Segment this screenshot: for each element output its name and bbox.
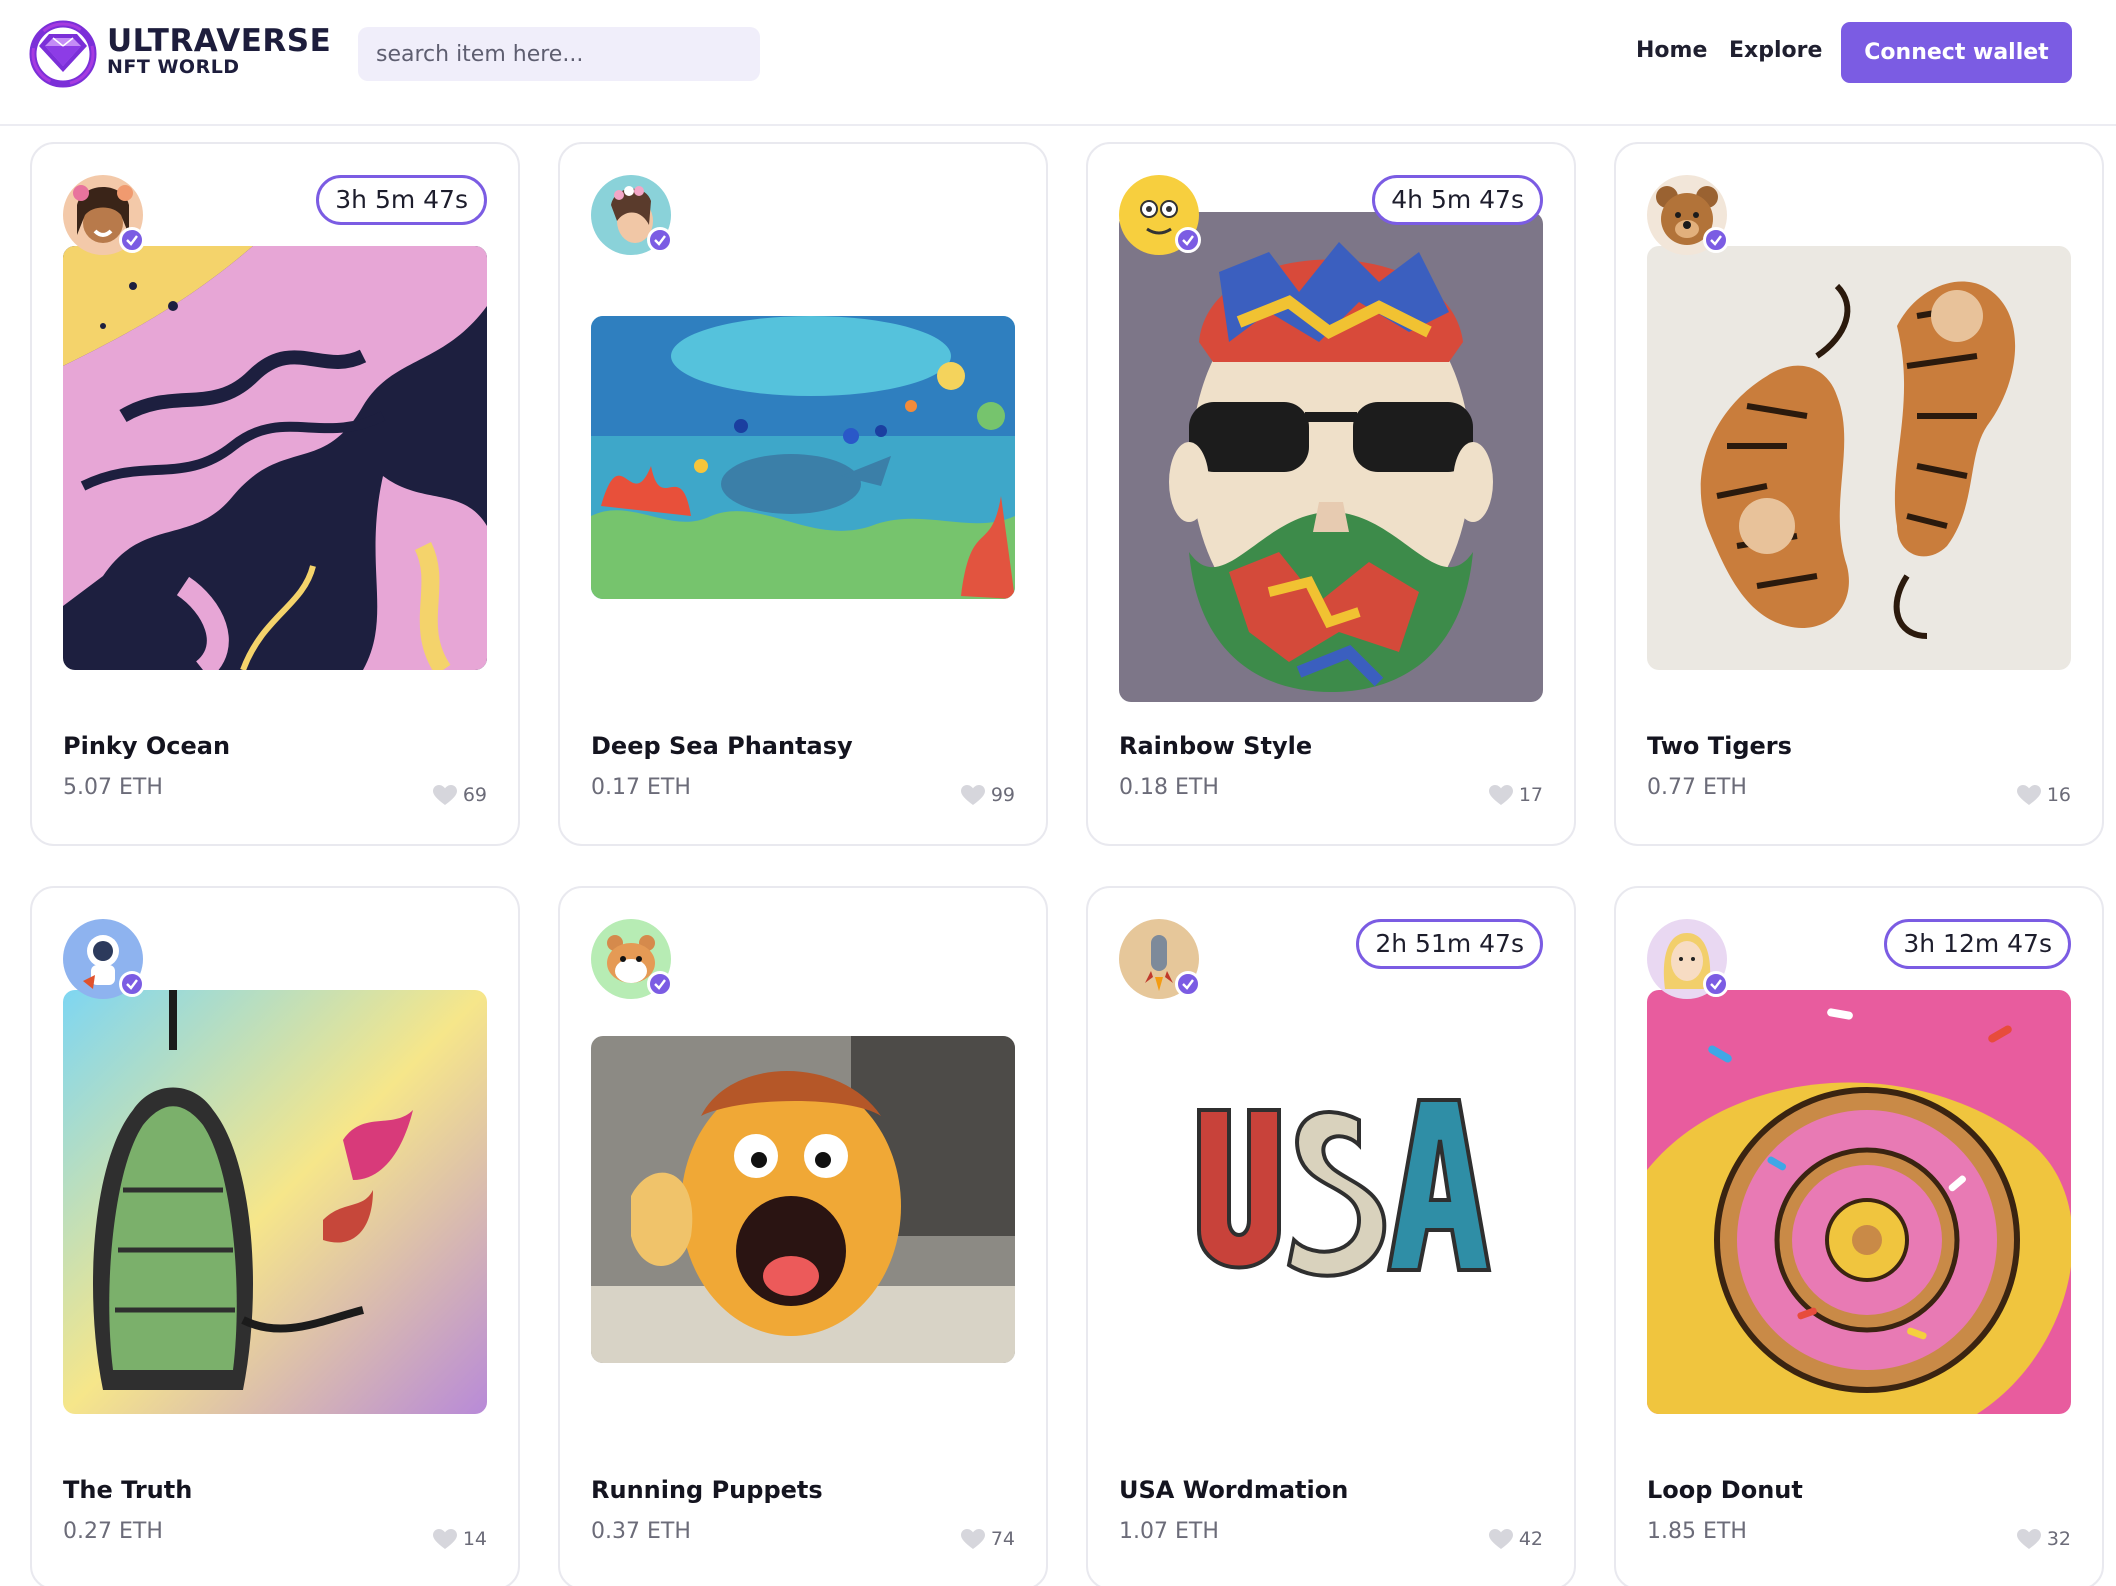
search-input[interactable] [358,27,760,81]
creator-avatar[interactable] [1647,919,1729,999]
diamond-logo-icon [29,20,97,88]
verified-badge-icon [1703,971,1729,997]
nft-title[interactable]: Two Tigers [1647,732,1792,760]
like-button[interactable]: 69 [432,784,487,806]
auction-timer: 4h 5m 47s [1372,175,1543,225]
heart-icon [432,1528,457,1549]
heart-icon [432,784,457,805]
nft-card[interactable]: Two Tigers 0.77 ETH 16 [1614,142,2104,846]
nft-card[interactable]: 4h 5m 47s Rainbow Style 0.18 ETH 17 [1086,142,1576,846]
nft-card[interactable]: 3h 5m 47s Pinky Ocean 5.07 ETH 69 [30,142,520,846]
like-count: 99 [990,784,1015,806]
like-count: 69 [462,784,487,806]
like-button[interactable]: 32 [2016,1528,2071,1550]
creator-avatar[interactable] [1647,175,1729,255]
like-count: 16 [2046,784,2071,806]
nft-artwork-image[interactable] [1647,990,2071,1414]
top-navbar: ULTRAVERSE NFT WORLD Home Explore Connec… [0,0,2116,126]
heart-icon [1488,1528,1513,1549]
nft-price: 0.37 ETH [591,1519,691,1544]
verified-badge-icon [647,971,673,997]
verified-badge-icon [647,227,673,253]
creator-avatar[interactable] [63,175,145,255]
like-count: 17 [1518,784,1543,806]
nft-title[interactable]: The Truth [63,1476,192,1504]
auction-timer: 2h 51m 47s [1356,919,1543,969]
nav-home-link[interactable]: Home [1636,36,1707,66]
nft-price: 0.77 ETH [1647,775,1747,800]
auction-timer: 3h 12m 47s [1884,919,2071,969]
brand-logo[interactable]: ULTRAVERSE NFT WORLD [29,20,332,88]
nft-title[interactable]: Pinky Ocean [63,732,230,760]
auction-timer: 3h 5m 47s [316,175,487,225]
creator-avatar[interactable] [63,919,145,999]
nft-title[interactable]: Deep Sea Phantasy [591,732,853,760]
creator-avatar[interactable] [1119,175,1201,255]
like-button[interactable]: 42 [1488,1528,1543,1550]
nft-card[interactable]: 2h 51m 47s USA Wordmation 1.07 ETH 42 [1086,886,1576,1586]
like-count: 42 [1518,1528,1543,1550]
nft-artwork-image[interactable] [1119,990,1543,1414]
nft-title[interactable]: USA Wordmation [1119,1476,1348,1504]
nft-price: 0.17 ETH [591,775,691,800]
nft-price: 5.07 ETH [63,775,163,800]
creator-avatar[interactable] [1119,919,1201,999]
like-button[interactable]: 74 [960,1528,1015,1550]
verified-badge-icon [1175,971,1201,997]
like-button[interactable]: 14 [432,1528,487,1550]
nft-artwork-image[interactable] [1119,212,1543,702]
verified-badge-icon [119,227,145,253]
verified-badge-icon [1175,227,1201,253]
brand-name: ULTRAVERSE [107,23,332,59]
verified-badge-icon [1703,227,1729,253]
nft-title[interactable]: Rainbow Style [1119,732,1312,760]
nft-artwork-image[interactable] [63,246,487,670]
nft-artwork-image[interactable] [1647,246,2071,670]
nft-price: 0.18 ETH [1119,775,1219,800]
nft-card[interactable]: 3h 12m 47s Loop Donut 1.85 ETH 32 [1614,886,2104,1586]
nft-card[interactable]: Running Puppets 0.37 ETH 74 [558,886,1048,1586]
nft-artwork-image[interactable] [591,1036,1015,1363]
nft-price: 0.27 ETH [63,1519,163,1544]
creator-avatar[interactable] [591,175,673,255]
like-button[interactable]: 17 [1488,784,1543,806]
nft-card[interactable]: The Truth 0.27 ETH 14 [30,886,520,1586]
nft-price: 1.07 ETH [1119,1519,1219,1544]
creator-avatar[interactable] [591,919,673,999]
like-count: 14 [462,1528,487,1550]
nft-card[interactable]: Deep Sea Phantasy 0.17 ETH 99 [558,142,1048,846]
like-count: 32 [2046,1528,2071,1550]
heart-icon [1488,784,1513,805]
like-button[interactable]: 16 [2016,784,2071,806]
heart-icon [2016,1528,2041,1549]
nft-title[interactable]: Loop Donut [1647,1476,1803,1504]
heart-icon [960,784,985,805]
verified-badge-icon [119,971,145,997]
like-count: 74 [990,1528,1015,1550]
nft-price: 1.85 ETH [1647,1519,1747,1544]
like-button[interactable]: 99 [960,784,1015,806]
nft-artwork-image[interactable] [591,316,1015,599]
connect-wallet-button[interactable]: Connect wallet [1841,22,2072,83]
nft-artwork-image[interactable] [63,990,487,1414]
heart-icon [2016,784,2041,805]
heart-icon [960,1528,985,1549]
brand-tagline: NFT WORLD [107,56,240,78]
nft-title[interactable]: Running Puppets [591,1476,823,1504]
nav-explore-link[interactable]: Explore [1729,36,1822,66]
